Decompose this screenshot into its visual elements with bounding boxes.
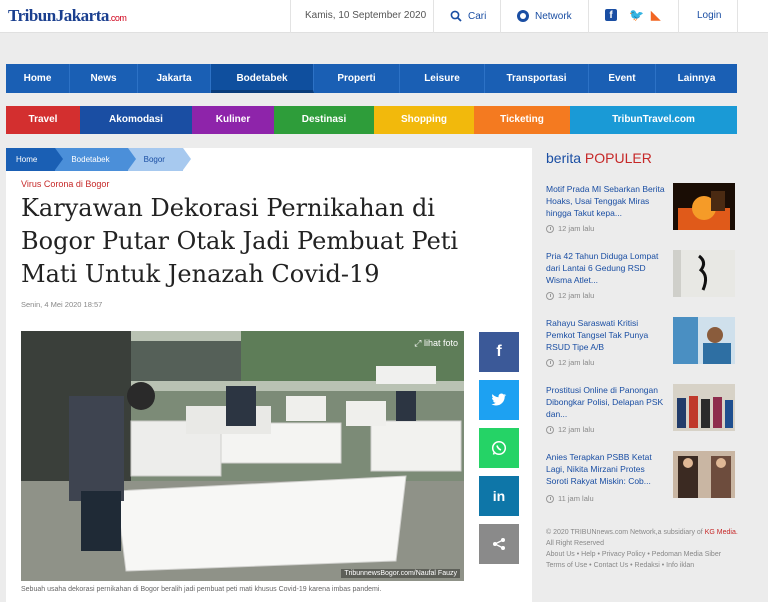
clock-icon [546, 494, 554, 503]
rss-icon[interactable]: ◣ [651, 8, 660, 22]
divider [500, 0, 501, 33]
photo-caption: Sebuah usaha dekorasi pernikahan di Bogo… [21, 586, 382, 593]
share-icon [493, 538, 505, 550]
photo-illustration [21, 331, 464, 581]
category-destinasi[interactable]: Destinasi [274, 106, 374, 134]
popular-item[interactable]: Prostitusi Online di Panongan Dibongkar … [546, 384, 736, 440]
clock-icon [546, 358, 554, 367]
popular-item-time: 12 jam lalu [546, 224, 594, 233]
linkedin-icon: in [492, 488, 506, 504]
nav-item-properti[interactable]: Properti [314, 64, 400, 93]
category-akomodasi[interactable]: Akomodasi [80, 106, 192, 134]
share-twitter-button[interactable] [479, 380, 519, 420]
popular-item-time: 11 jam lalu [546, 494, 594, 503]
popular-news-heading: berita POPULER [546, 150, 652, 166]
popular-item-thumbnail[interactable] [673, 250, 735, 297]
category-shopping[interactable]: Shopping [374, 106, 474, 134]
nav-item-bodetabek[interactable]: Bodetabek [211, 64, 314, 93]
search-button[interactable]: Cari [450, 10, 486, 22]
breadcrumb-home[interactable]: Home [6, 148, 64, 171]
facebook-icon: f [496, 343, 502, 360]
divider [588, 0, 589, 33]
footer-links-row2[interactable]: Terms of Use • Contact Us • Redaksi • In… [546, 560, 761, 571]
photo-credit: TribunnewsBogor.com/Naufal Fauzy [341, 569, 460, 578]
popular-item-title[interactable]: Pria 42 Tahun Diduga Lompat dari Lantai … [546, 250, 668, 286]
footer-rights: All Right Reserved [546, 540, 604, 547]
search-label: Cari [468, 10, 487, 22]
category-travel[interactable]: Travel [6, 106, 80, 134]
popular-item-time: 12 jam lalu [546, 358, 594, 367]
network-button[interactable]: Network [517, 10, 572, 22]
breadcrumb: Home Bodetabek Bogor [6, 148, 192, 171]
popular-item-time: 12 jam lalu [546, 425, 594, 434]
popular-item-thumbnail[interactable] [673, 183, 735, 230]
popular-item-title[interactable]: Rahayu Saraswati Kritisi Pemkot Tangsel … [546, 317, 668, 353]
nav-item-leisure[interactable]: Leisure [400, 64, 485, 93]
popular-item-time: 12 jam lalu [546, 291, 594, 300]
popular-item[interactable]: Pria 42 Tahun Diduga Lompat dari Lantai … [546, 250, 736, 306]
clock-icon [546, 291, 554, 300]
popular-item-thumbnail[interactable] [673, 451, 735, 498]
breadcrumb-bogor[interactable]: Bogor [127, 148, 192, 171]
article-photo[interactable]: ⤢ lihat foto TribunnewsBogor.com/Naufal … [21, 331, 464, 581]
article-date: Senin, 4 Mei 2020 18:57 [21, 300, 103, 309]
footer-copyright: © 2020 TRIBUNnews.com Network,a subsidia… [546, 529, 703, 536]
twitter-icon[interactable]: 🐦 [629, 8, 644, 22]
top-bar: TribunJakarta.com Kamis, 10 September 20… [0, 0, 768, 33]
divider [737, 0, 738, 33]
popular-item-title[interactable]: Motif Prada MI Sebarkan Berita Hoaks, Us… [546, 183, 668, 219]
login-button[interactable]: Login [697, 10, 721, 21]
nav-item-transportasi[interactable]: Transportasi [485, 64, 589, 93]
whatsapp-icon [491, 440, 507, 456]
nav-item-event[interactable]: Event [589, 64, 656, 93]
nav-item-home[interactable]: Home [6, 64, 70, 93]
site-footer: © 2020 TRIBUNnews.com Network,a subsidia… [546, 527, 761, 571]
popular-item[interactable]: Rahayu Saraswati Kritisi Pemkot Tangsel … [546, 317, 736, 373]
popular-item-title[interactable]: Anies Terapkan PSBB Ketat Lagi, Nikita M… [546, 451, 668, 487]
nav-item-news[interactable]: News [70, 64, 138, 93]
footer-links-row1[interactable]: About Us • Help • Privacy Policy • Pedom… [546, 549, 761, 560]
share-whatsapp-button[interactable] [479, 428, 519, 468]
share-more-button[interactable] [479, 524, 519, 564]
category-kuliner[interactable]: Kuliner [192, 106, 274, 134]
popular-item[interactable]: Motif Prada MI Sebarkan Berita Hoaks, Us… [546, 183, 736, 239]
category-ticketing[interactable]: Ticketing [474, 106, 570, 134]
nav-item-jakarta[interactable]: Jakarta [138, 64, 211, 93]
article-section-label[interactable]: Virus Corona di Bogor [21, 179, 109, 189]
article-container: Home Bodetabek Bogor Virus Corona di Bog… [6, 148, 532, 602]
site-logo[interactable]: TribunJakarta.com [8, 6, 127, 26]
network-label: Network [535, 10, 572, 22]
view-photo-label: lihat foto [423, 338, 458, 348]
breadcrumb-bodetabek[interactable]: Bodetabek [55, 148, 136, 171]
share-facebook-button[interactable]: f [479, 332, 519, 372]
clock-icon [546, 224, 554, 233]
twitter-icon [491, 393, 507, 406]
nav-item-lainnya[interactable]: Lainnya [656, 64, 737, 93]
clock-icon [546, 425, 554, 434]
search-icon [450, 10, 462, 22]
popular-item-thumbnail[interactable] [673, 317, 735, 364]
main-nav: Home News Jakarta Bodetabek Properti Lei… [6, 64, 737, 93]
category-bar: Travel Akomodasi Kuliner Destinasi Shopp… [6, 106, 737, 134]
divider [433, 0, 434, 33]
popular-item-thumbnail[interactable] [673, 384, 735, 431]
popular-item-title[interactable]: Prostitusi Online di Panongan Dibongkar … [546, 384, 668, 420]
facebook-icon[interactable]: f [605, 9, 617, 21]
category-tribuntravel[interactable]: TribunTravel.com [570, 106, 737, 134]
popular-item[interactable]: Anies Terapkan PSBB Ketat Lagi, Nikita M… [546, 451, 736, 507]
divider [290, 0, 291, 33]
article-title: Karyawan Dekorasi Pernikahan di Bogor Pu… [21, 194, 459, 288]
share-linkedin-button[interactable]: in [479, 476, 519, 516]
view-photo-button[interactable]: ⤢ lihat foto [414, 338, 458, 349]
footer-kg-link[interactable]: KG Media. [705, 529, 738, 536]
current-date: Kamis, 10 September 2020 [305, 10, 427, 21]
login-label: Login [697, 10, 722, 21]
network-icon [517, 10, 529, 22]
divider [678, 0, 679, 33]
